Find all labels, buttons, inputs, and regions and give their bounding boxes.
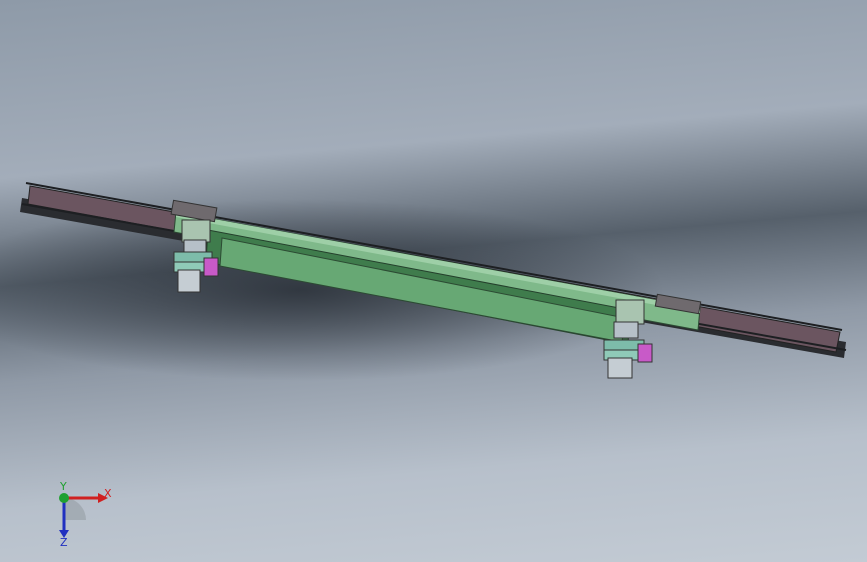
z-axis-label: Z [60,536,68,548]
y-axis-label: Y [59,480,67,493]
orientation-triad: X Y Z [59,480,112,548]
x-axis-label: X [104,487,112,500]
graphics-viewport[interactable]: X Y Z [0,0,867,562]
y-axis-icon [59,493,69,503]
model-assembly[interactable] [0,0,867,562]
